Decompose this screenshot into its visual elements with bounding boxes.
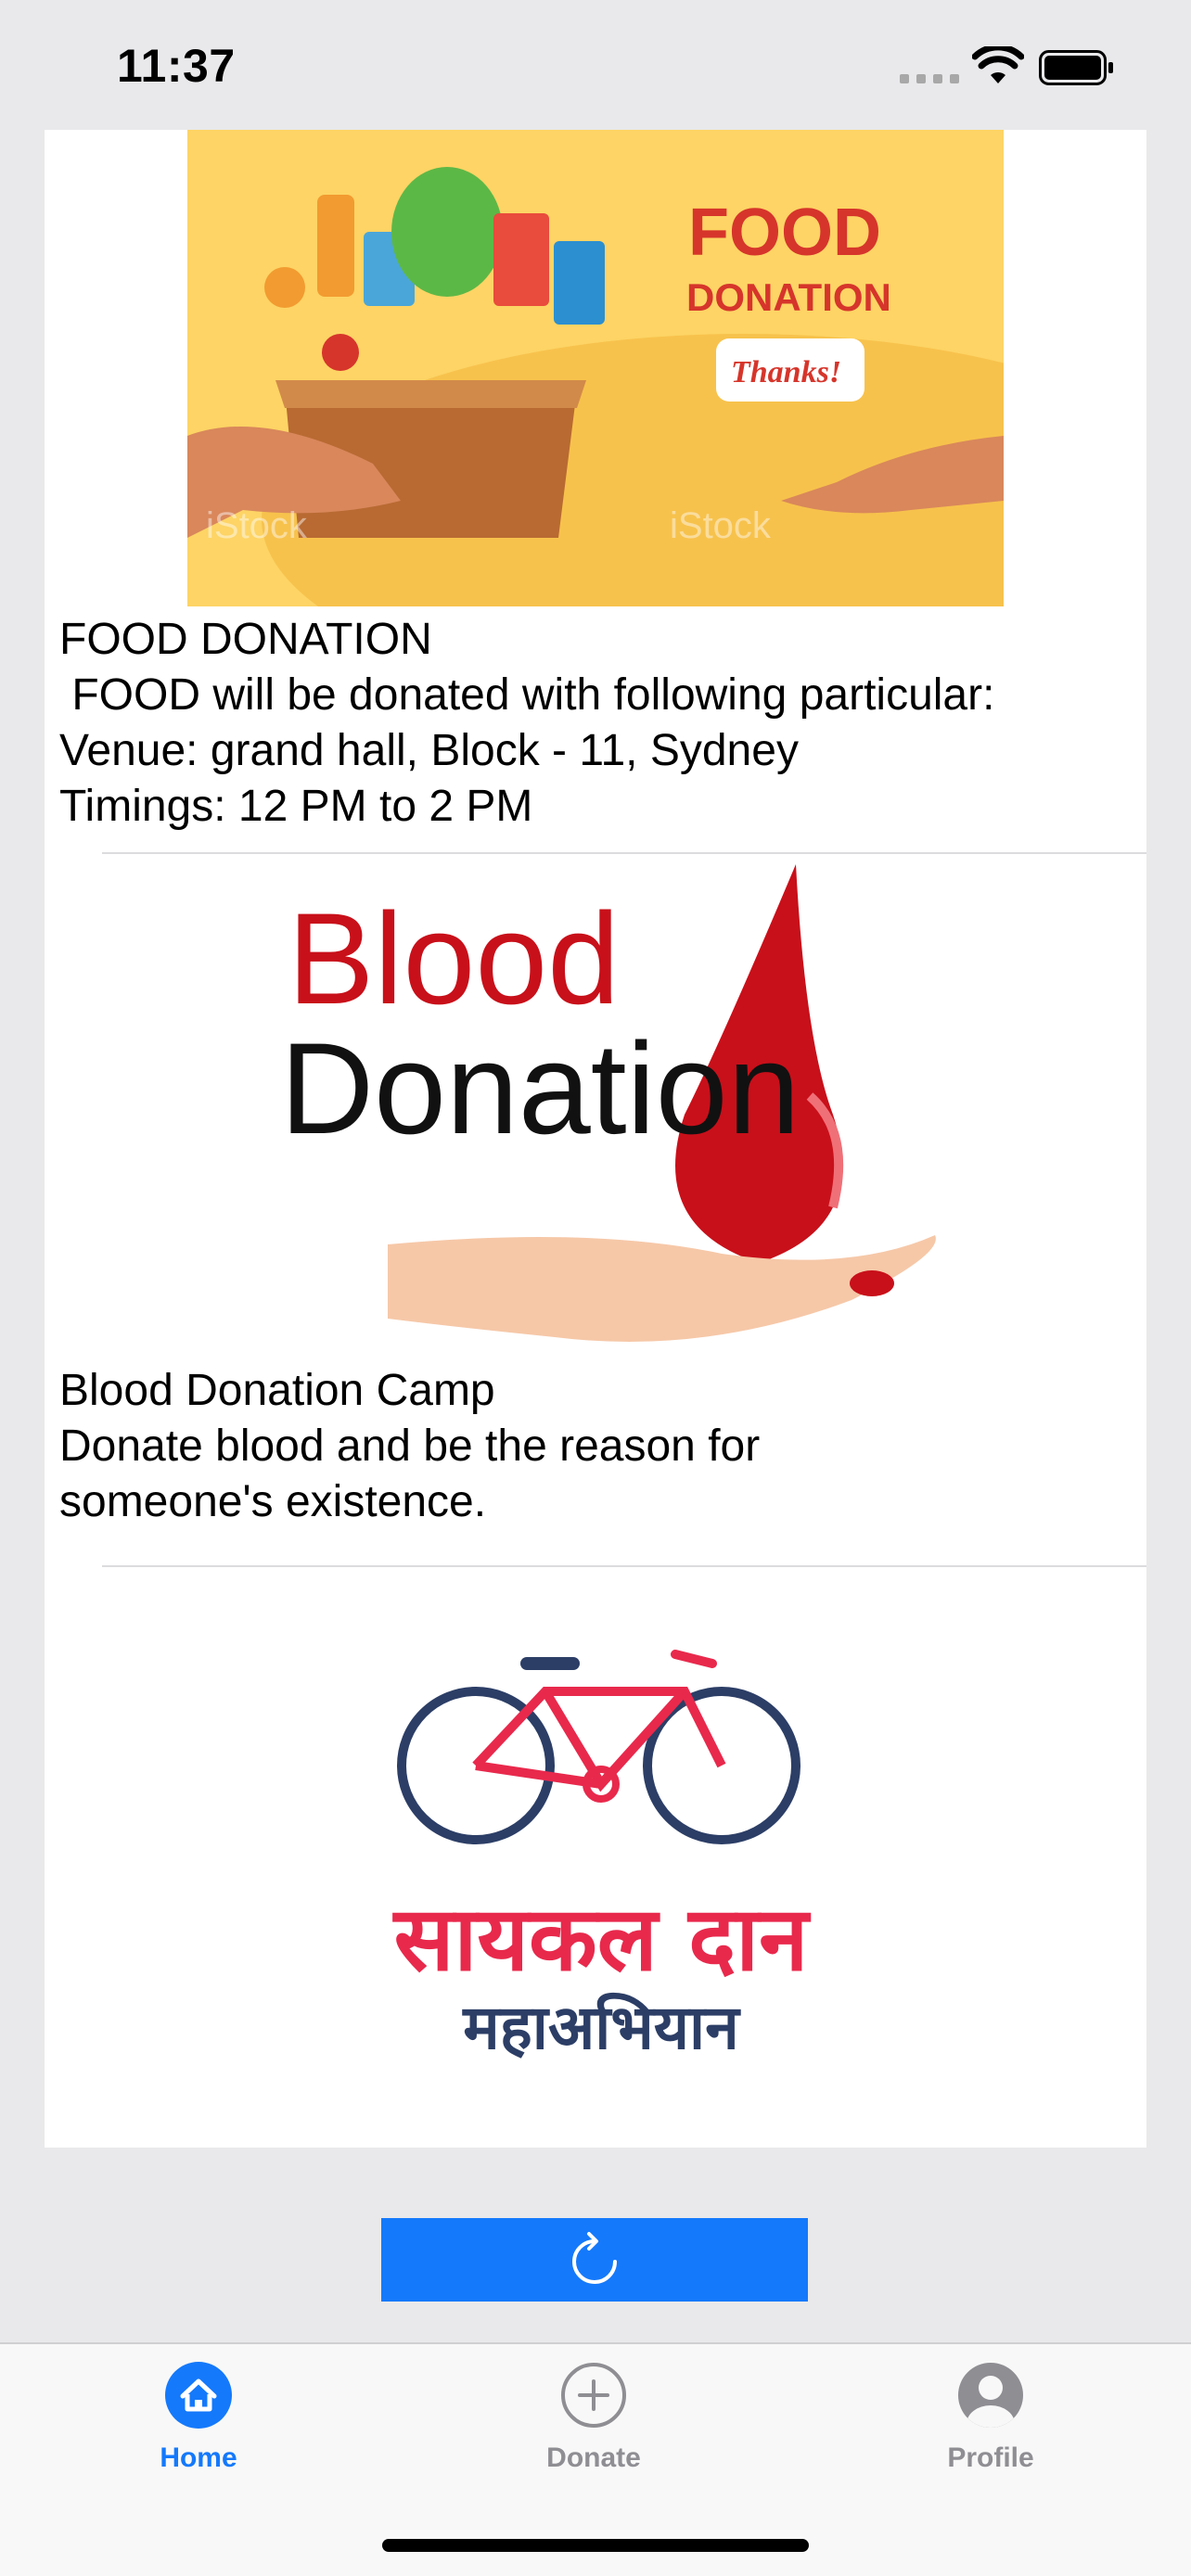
cellular-signal-icon: [900, 74, 959, 83]
food-donation-desc: FOOD will be donated with following part…: [59, 670, 995, 720]
tab-donate[interactable]: Donate: [492, 2361, 696, 2481]
house-icon: [165, 2362, 232, 2429]
refresh-button[interactable]: [381, 2218, 808, 2302]
plus-circle-icon: [561, 2363, 626, 2428]
home-indicator: [382, 2539, 809, 2552]
food-image-watermark: iStock: [206, 505, 308, 546]
food-image-subtitle: DONATION: [686, 275, 891, 319]
cycle-donation-image: सायकल दान महाअभियान: [323, 1636, 879, 2099]
food-donation-venue: Venue: grand hall, Block - 11, Sydney: [59, 726, 799, 775]
food-donation-image: FOOD DONATION Thanks! iStock iStock: [187, 130, 1004, 606]
person-circle-icon: [958, 2363, 1023, 2428]
food-image-watermark-2: iStock: [670, 505, 772, 546]
tab-home[interactable]: Home: [96, 2361, 301, 2481]
blood-donation-image: Blood Donation: [202, 855, 1037, 1356]
blood-image-line2: Donation: [280, 1015, 800, 1161]
tab-profile-label: Profile: [947, 2442, 1034, 2473]
status-bar: 11:37: [0, 0, 1191, 130]
wifi-icon: [972, 46, 1024, 83]
refresh-icon: [572, 2232, 617, 2284]
food-image-thanks: Thanks!: [731, 355, 841, 389]
list-item-blood-donation[interactable]: Blood Donation Blood Donation Camp Donat…: [45, 855, 1146, 1565]
blood-donation-desc-1: Donate blood and be the reason for: [59, 1422, 761, 1471]
list-item-food-donation[interactable]: FOOD DONATION Thanks! iStock iStock FOOD…: [45, 130, 1146, 853]
food-donation-title: FOOD DONATION: [59, 615, 432, 664]
blood-donation-desc-2: someone's existence.: [59, 1477, 487, 1526]
blood-donation-title: Blood Donation Camp: [59, 1366, 495, 1415]
cycle-image-line1: सायकल दान: [392, 1887, 813, 1991]
status-time: 11:37: [117, 40, 236, 92]
list-item-cycle-donation[interactable]: सायकल दान महाअभियान: [45, 1569, 1146, 2148]
battery-icon: [1039, 50, 1113, 85]
blood-image-line1: Blood: [288, 886, 620, 1031]
tab-home-label: Home: [160, 2442, 237, 2473]
cycle-image-line2: महाअभियान: [461, 1992, 741, 2063]
list-separator: [102, 852, 1146, 854]
list-separator: [102, 1565, 1146, 1567]
tab-profile[interactable]: Profile: [889, 2361, 1093, 2481]
food-donation-timings: Timings: 12 PM to 2 PM: [59, 782, 533, 831]
tab-donate-label: Donate: [546, 2442, 641, 2473]
food-image-title: FOOD: [688, 196, 881, 270]
donation-list[interactable]: FOOD DONATION Thanks! iStock iStock FOOD…: [45, 130, 1146, 2148]
